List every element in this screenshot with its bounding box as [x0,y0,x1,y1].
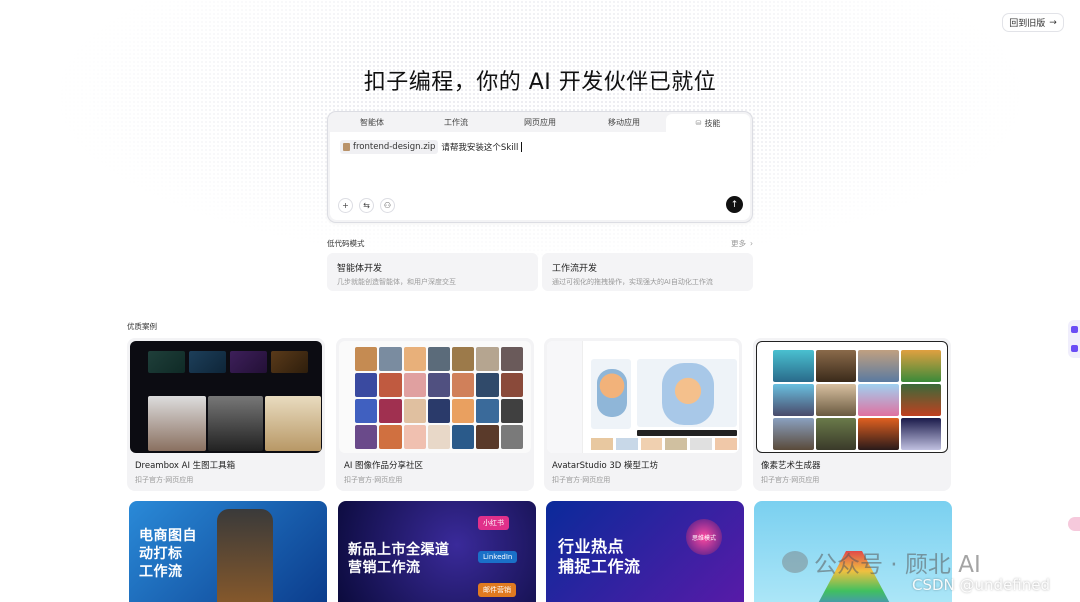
prompt-editor[interactable]: frontend-design.zip 请帮我安装这个Skill + ⇆ ⚇ ↑ [330,132,750,220]
arrow-up-icon: ↑ [730,199,739,210]
options-button[interactable]: ⇆ [359,198,374,213]
plugin-icon: ⚇ [383,201,392,210]
agent-dev-card[interactable]: 智能体开发 几步就能创造智能体，和用户深度交互 [327,253,538,291]
card-desc: 通过可视化的拖拽操作，实现强大的AI自动化工作流 [552,278,713,286]
case-card-ecommerce-tagging[interactable]: 电商图自 动打标 工作流 [129,501,327,602]
settings-toggle-icon: ⇆ [363,201,370,210]
card-title: 工作流开发 [552,264,598,274]
case-thumbnail [339,341,531,453]
card-title: 智能体开发 [337,264,383,274]
workflow-dev-card[interactable]: 工作流开发 通过可视化的拖拽操作，实现强大的AI自动化工作流 [542,253,753,291]
skill-icon: ⛁ [695,119,702,127]
page-title: 扣子编程，你的 AI 开发伙伴已就位 [363,70,717,95]
case-card-dreambox[interactable]: Dreambox AI 生图工具箱 扣子官方·网页应用 [127,338,325,491]
cases-heading: 优质案例 [127,322,157,331]
attached-file-chip[interactable]: frontend-design.zip [340,140,439,154]
assistant-icon [1070,326,1078,333]
text-caret [521,142,523,152]
case-sub: 扣子官方·网页应用 [135,476,194,484]
case-name: Dreambox AI 生图工具箱 [135,461,236,471]
case-card-pixel-art[interactable]: 像素艺术生成器 扣子官方·网页应用 [753,338,951,491]
tab-mobile-app[interactable]: 移动应用 [582,112,666,132]
card-desc: 几步就能创造智能体，和用户深度交互 [337,278,456,286]
wechat-icon [782,551,808,573]
csdn-watermark: CSDN @undefined [912,576,1051,594]
case-sub: 扣子官方·网页应用 [761,476,820,484]
send-button[interactable]: ↑ [726,196,743,213]
more-link[interactable]: 更多 › [731,238,753,249]
lowcode-heading: 低代码模式 [327,239,365,248]
arrow-right-icon: → [1049,17,1057,28]
zip-file-icon [343,143,350,151]
case-name: AvatarStudio 3D 模型工坊 [552,461,659,471]
tab-web-app[interactable]: 网页应用 [498,112,582,132]
lowcode-header: 低代码模式 更多 › [327,238,753,249]
assistant-icon-secondary [1070,345,1078,352]
case-name: 像素艺术生成器 [761,461,821,471]
back-to-old-version-button[interactable]: 回到旧版 → [1002,13,1064,32]
case-thumbnail [756,341,948,453]
case-thumbnail [547,341,739,453]
side-assistant-widget[interactable] [1068,320,1080,358]
side-chat-bubble[interactable] [1068,517,1080,531]
tab-workflow[interactable]: 工作流 [414,112,498,132]
composer-tools: + ⇆ ⚇ [338,198,395,213]
composer-tabs: 智能体 工作流 网页应用 移动应用 ⛁ 技能 [330,112,750,132]
chevron-right-icon: › [750,239,753,248]
badge-linkedin: LinkedIn [478,551,518,563]
prompt-content: frontend-design.zip 请帮我安装这个Skill [340,140,523,154]
case-card-avatarstudio[interactable]: AvatarStudio 3D 模型工坊 扣子官方·网页应用 [544,338,742,491]
case-card-hot-trends[interactable]: 行业热点 捕捉工作流 思维模式 [546,501,744,602]
prompt-text: 请帮我安装这个Skill [441,143,519,153]
badge-email: 邮件营销 [478,583,516,597]
attached-file-name: frontend-design.zip [353,142,436,152]
plus-icon: + [342,201,349,210]
badge-thinking-mode: 思维模式 [686,519,722,555]
badge-xiaohongshu: 小红书 [478,516,509,530]
backpack-image [217,509,273,602]
case-card-new-launch[interactable]: 新品上市全渠道 营销工作流 小红书 LinkedIn 邮件营销 [338,501,536,602]
case-card-ai-gallery[interactable]: AI 图像作品分享社区 扣子官方·网页应用 [336,338,534,491]
wechat-watermark: 公众号 · 顾北 AI [782,545,981,579]
case-sub: 扣子官方·网页应用 [552,476,611,484]
case-sub: 扣子官方·网页应用 [344,476,403,484]
back-to-old-label: 回到旧版 [1009,19,1046,29]
tab-agent[interactable]: 智能体 [330,112,414,132]
add-attachment-button[interactable]: + [338,198,353,213]
plugin-button[interactable]: ⚇ [380,198,395,213]
case-name: AI 图像作品分享社区 [344,461,424,471]
case-thumbnail [130,341,322,453]
composer: 智能体 工作流 网页应用 移动应用 ⛁ 技能 frontend-design.z… [327,111,753,223]
tab-skill[interactable]: ⛁ 技能 [666,114,750,132]
